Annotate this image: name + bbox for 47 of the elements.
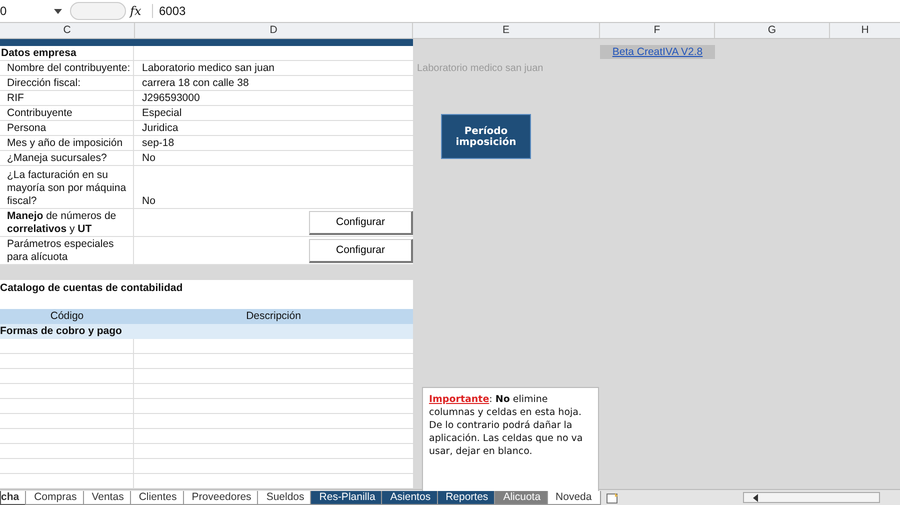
field-label: Mes y año de imposición bbox=[0, 136, 134, 150]
new-sheet-icon[interactable] bbox=[604, 492, 621, 504]
column-header[interactable]: F bbox=[600, 23, 715, 38]
section-title: Catalogo de cuentas de contabilidad bbox=[0, 282, 183, 294]
field-label: Nombre del contribuyente: bbox=[0, 60, 134, 75]
field-value: No bbox=[141, 194, 156, 208]
sheet-tab[interactable]: Ventas bbox=[82, 490, 133, 504]
field-value: No bbox=[141, 150, 156, 165]
table-header: Código bbox=[49, 308, 85, 324]
scroll-left-icon[interactable] bbox=[752, 494, 760, 502]
dropdown-icon[interactable] bbox=[54, 8, 62, 14]
column-header[interactable]: H bbox=[830, 23, 900, 38]
sheet-tab[interactable]: Clientes bbox=[130, 490, 186, 504]
field-value: J296593000 bbox=[141, 90, 201, 105]
field-value: sep-18 bbox=[141, 136, 176, 150]
version-link[interactable]: Beta CreatIVA V2.8 bbox=[600, 45, 715, 59]
field-label: Persona bbox=[0, 120, 134, 135]
section-title: Datos empresa bbox=[0, 46, 134, 60]
field-value: Especial bbox=[141, 106, 183, 120]
field-label: Parámetros especiales para alícuota bbox=[7, 238, 115, 264]
field-value: Juridica bbox=[141, 120, 180, 135]
column-header[interactable]: G bbox=[715, 23, 830, 38]
field-value: carrera 18 con calle 38 bbox=[141, 76, 250, 90]
group-title: Formas de cobro y pago bbox=[0, 324, 122, 337]
sheet-tab[interactable]: Asientos bbox=[381, 490, 440, 504]
period-button[interactable]: Período imposición bbox=[441, 114, 531, 159]
field-label: Contribuyente bbox=[0, 106, 134, 120]
field-label: ¿La facturación en su mayoría son por máquina fiscal? bbox=[0, 166, 134, 208]
column-header[interactable]: E bbox=[413, 23, 600, 38]
field-label: ¿Maneja sucursales? bbox=[0, 150, 134, 165]
field-label: RIF bbox=[0, 90, 134, 105]
name-box[interactable]: 0 bbox=[0, 4, 66, 18]
horizontal-scrollbar[interactable] bbox=[743, 492, 880, 503]
formula-input[interactable]: 6003 bbox=[159, 4, 186, 18]
field-label: Manejo de números de correlativos y UT bbox=[7, 210, 118, 236]
table-header: Descripción bbox=[245, 308, 302, 324]
warning-text: Importante: No elimine columnas y celdas en esta hoja. De lo contrario podrá dañar la aplicación. Las celdas que no va usar, dejar en blanco. bbox=[429, 393, 584, 458]
configure-button[interactable]: Configurar bbox=[309, 210, 413, 235]
sheet-tab[interactable]: Compras bbox=[25, 490, 86, 504]
configure-button[interactable]: Configurar bbox=[309, 238, 413, 263]
column-header[interactable]: C bbox=[0, 23, 135, 38]
watermark-text: Laboratorio medico san juan bbox=[417, 63, 544, 74]
sheet-tab[interactable]: Noveda bbox=[546, 490, 601, 504]
column-header[interactable]: D bbox=[135, 23, 413, 38]
insert-function-button[interactable]: fx bbox=[130, 4, 153, 18]
field-label: Dirección fiscal: bbox=[0, 76, 134, 90]
field-value: Laboratorio medico san juan bbox=[141, 60, 276, 75]
